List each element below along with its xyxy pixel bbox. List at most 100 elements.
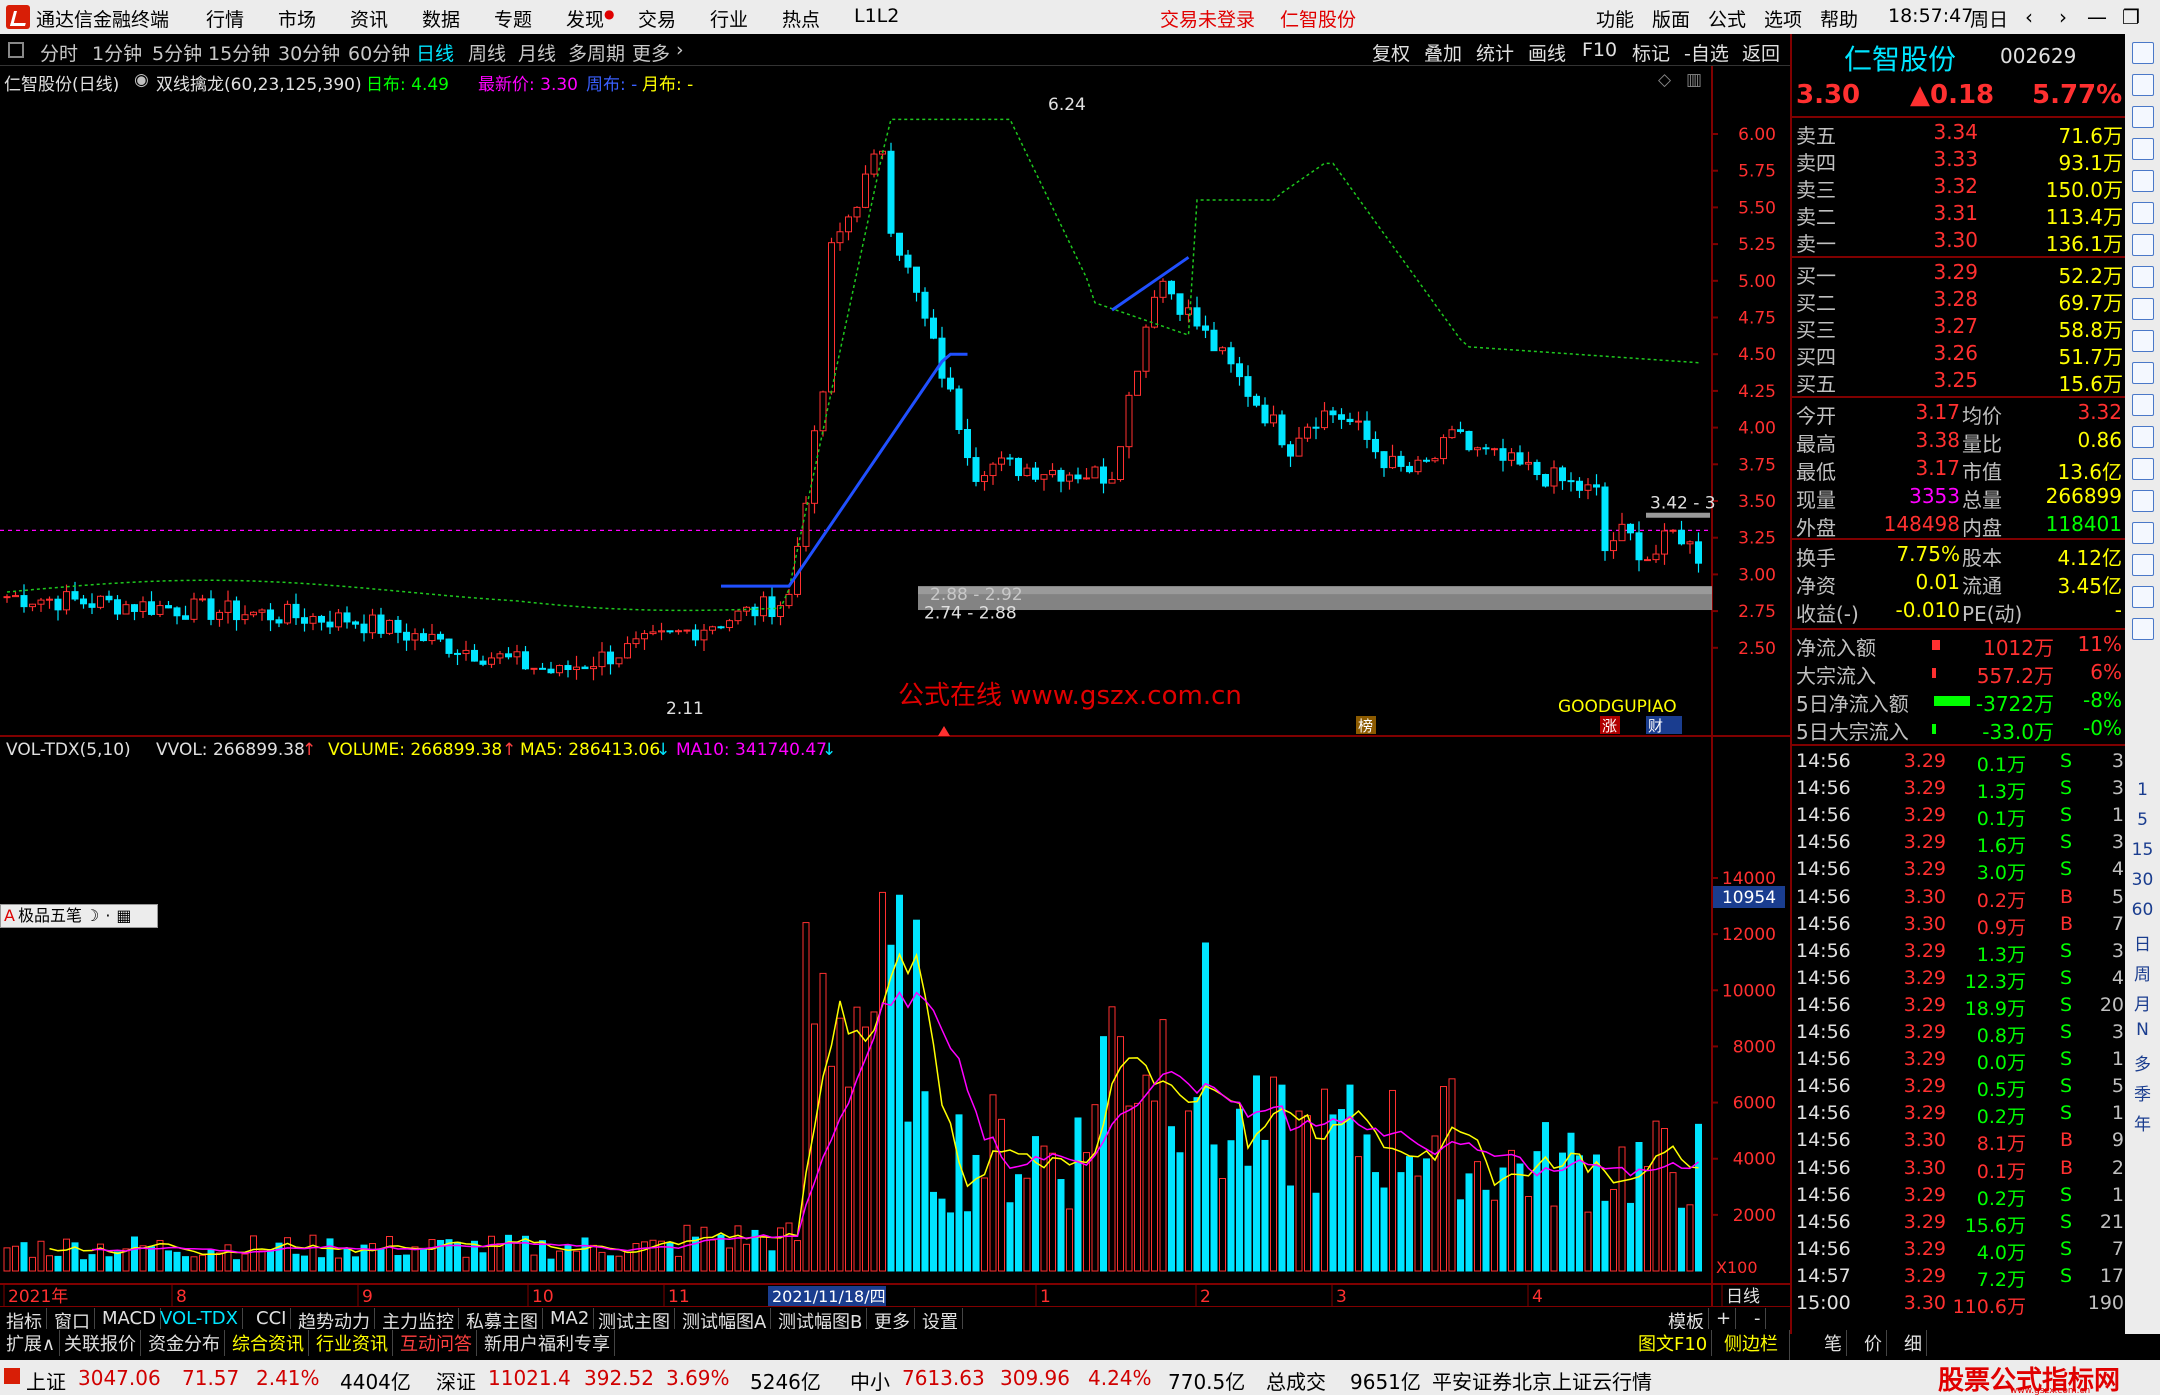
- menu-banmian[interactable]: 版面: [1652, 5, 1690, 32]
- tab-tabs_row2_right-3[interactable]: 价: [1860, 1330, 1887, 1356]
- tool-f10[interactable]: F10: [1582, 39, 1617, 61]
- tool-biaoji[interactable]: 标记: [1632, 39, 1670, 66]
- fs-icon[interactable]: [2132, 618, 2154, 640]
- menu-jiaoyi[interactable]: 交易: [638, 5, 676, 32]
- period-30min[interactable]: 30分钟: [278, 39, 340, 66]
- menu-xuanxiang[interactable]: 选项: [1764, 5, 1802, 32]
- tool-diejia[interactable]: 叠加: [1424, 39, 1462, 66]
- grid-icon[interactable]: [2132, 170, 2154, 192]
- f10-icon[interactable]: [2132, 298, 2154, 320]
- scope-icon[interactable]: [2132, 426, 2154, 448]
- table-icon[interactable]: [2132, 330, 2154, 352]
- tab-tabs_row1-4[interactable]: CCI: [252, 1308, 292, 1329]
- tool-huaxian[interactable]: 画线: [1528, 39, 1566, 66]
- kline-chart[interactable]: 6.00 5.75 5.50 5.25 5.00 4.75 4.50 4.25 4.00 3.75…: [0, 66, 1790, 1306]
- tab-tabs_row1-8[interactable]: MA2: [546, 1308, 595, 1329]
- sidebar-period-10[interactable]: 季: [2125, 1080, 2160, 1105]
- menu-hangqing[interactable]: 行情: [206, 5, 244, 32]
- tab-tabs_row1-2[interactable]: MACD: [98, 1308, 161, 1329]
- tab-tabs_row2-2[interactable]: 资金分布: [144, 1330, 225, 1356]
- tab-tabs_row2-6[interactable]: 新用户福利专享: [480, 1330, 615, 1356]
- menu-shichang[interactable]: 市场: [278, 5, 316, 32]
- ime-toolbar[interactable]: A 极品五笔 ☽ · ▦: [0, 904, 158, 928]
- tab-tabs_row2_right-2[interactable]: 笔: [1820, 1330, 1847, 1356]
- restore-icon[interactable]: ❐: [2112, 2, 2150, 32]
- sh-label[interactable]: 上证: [26, 1366, 66, 1395]
- sidebar-period-4[interactable]: 60: [2125, 900, 2160, 920]
- sidebar-period-9[interactable]: 多: [2125, 1050, 2160, 1075]
- panel-toggle-icon[interactable]: [8, 42, 24, 58]
- candle-body: [1423, 459, 1430, 462]
- tab-tabs_row1_right-2[interactable]: -: [1750, 1308, 1766, 1329]
- sidebar-period-1[interactable]: 5: [2125, 810, 2160, 830]
- menu-hangye[interactable]: 行业: [710, 5, 748, 32]
- more-chevron-icon[interactable]: ›: [676, 39, 684, 61]
- f-icon[interactable]: [2132, 362, 2154, 384]
- menu-gongshi[interactable]: 公式: [1708, 5, 1746, 32]
- tab-tabs_row2-5[interactable]: 互动问答: [396, 1330, 477, 1356]
- period-1min[interactable]: 1分钟: [92, 39, 142, 66]
- tab-tabs_row2-0[interactable]: 扩展∧: [2, 1330, 61, 1356]
- bear-icon[interactable]: [2132, 522, 2154, 544]
- sidebar-period-2[interactable]: 15: [2125, 840, 2160, 860]
- pen-icon[interactable]: [2132, 586, 2154, 608]
- menu-redian[interactable]: 热点: [782, 5, 820, 32]
- tool-tongji[interactable]: 统计: [1476, 39, 1514, 66]
- tab-tabs_row2-4[interactable]: 行业资讯: [312, 1330, 393, 1356]
- tab-tabs_row1_right-1[interactable]: +: [1712, 1308, 1737, 1329]
- tab-tabs_row2-3[interactable]: 综合资讯: [228, 1330, 309, 1356]
- menu-bangzhu[interactable]: 帮助: [1820, 5, 1858, 32]
- tab-tabs_row2_right-0[interactable]: 图文F10: [1634, 1330, 1713, 1356]
- chart-icon[interactable]: [2132, 202, 2154, 224]
- flow-icon[interactable]: [2132, 458, 2154, 480]
- sidebar-period-8[interactable]: N: [2125, 1020, 2160, 1040]
- sidebar-period-3[interactable]: 30: [2125, 870, 2160, 890]
- ime-keyboard-icon[interactable]: ▦: [113, 906, 134, 925]
- period-weekly[interactable]: 周线: [468, 39, 506, 66]
- tool-fanhui[interactable]: 返回: [1742, 39, 1780, 66]
- period-60min[interactable]: 60分钟: [348, 39, 410, 66]
- menu-gongneng[interactable]: 功能: [1596, 5, 1634, 32]
- ime-dot-icon[interactable]: ·: [102, 906, 113, 925]
- ime-a-icon[interactable]: A: [1, 906, 18, 925]
- collapse-icon[interactable]: [2132, 42, 2154, 64]
- tab-tabs_row2_right-4[interactable]: 细: [1900, 1330, 1927, 1356]
- menu-faxian[interactable]: 发现●: [566, 5, 615, 32]
- period-more[interactable]: 更多: [632, 39, 670, 66]
- sidebar-period-6[interactable]: 周: [2125, 960, 2160, 985]
- period-daily[interactable]: 日线: [416, 39, 454, 66]
- trade-login-notice[interactable]: 交易未登录: [1160, 5, 1255, 32]
- period-fenshi[interactable]: 分时: [40, 39, 78, 66]
- menu-zixun[interactable]: 资讯: [350, 5, 388, 32]
- menu-l1l2[interactable]: L1L2: [854, 5, 899, 27]
- news-icon[interactable]: [2132, 266, 2154, 288]
- minimize-icon[interactable]: —: [2078, 2, 2116, 32]
- tool-zixuan[interactable]: -自选: [1684, 39, 1729, 66]
- rsi-icon[interactable]: [2132, 490, 2154, 512]
- down-icon[interactable]: [2132, 106, 2154, 128]
- period-5min[interactable]: 5分钟: [152, 39, 202, 66]
- period-multi[interactable]: 多周期: [568, 39, 625, 66]
- sz-label[interactable]: 深证: [436, 1366, 476, 1395]
- menu-zhuanti[interactable]: 专题: [494, 5, 532, 32]
- ime-moon-icon[interactable]: ☽: [82, 906, 102, 925]
- forward-icon[interactable]: ›: [2044, 2, 2082, 32]
- tool-fuquan[interactable]: 复权: [1372, 39, 1410, 66]
- tab-tabs_row1-3[interactable]: VOL-TDX: [156, 1308, 243, 1329]
- cross-icon[interactable]: [2132, 554, 2154, 576]
- list-icon[interactable]: [2132, 138, 2154, 160]
- sidebar-period-5[interactable]: 日: [2125, 930, 2160, 955]
- up-icon[interactable]: [2132, 74, 2154, 96]
- sidebar-period-7[interactable]: 月: [2125, 990, 2160, 1015]
- back-icon[interactable]: ‹: [2010, 2, 2048, 32]
- period-15min[interactable]: 15分钟: [208, 39, 270, 66]
- zx-label[interactable]: 中小: [850, 1366, 890, 1395]
- period-monthly[interactable]: 月线: [518, 39, 556, 66]
- sidebar-period-11[interactable]: 年: [2125, 1110, 2160, 1135]
- kline-icon[interactable]: [2132, 234, 2154, 256]
- tab-tabs_row2-1[interactable]: 关联报价: [60, 1330, 141, 1356]
- menu-shuju[interactable]: 数据: [422, 5, 460, 32]
- vol-indicator-name[interactable]: VOL-TDX(5,10): [6, 740, 131, 760]
- sidebar-period-0[interactable]: 1: [2125, 780, 2160, 800]
- level2-icon[interactable]: [2132, 394, 2154, 416]
